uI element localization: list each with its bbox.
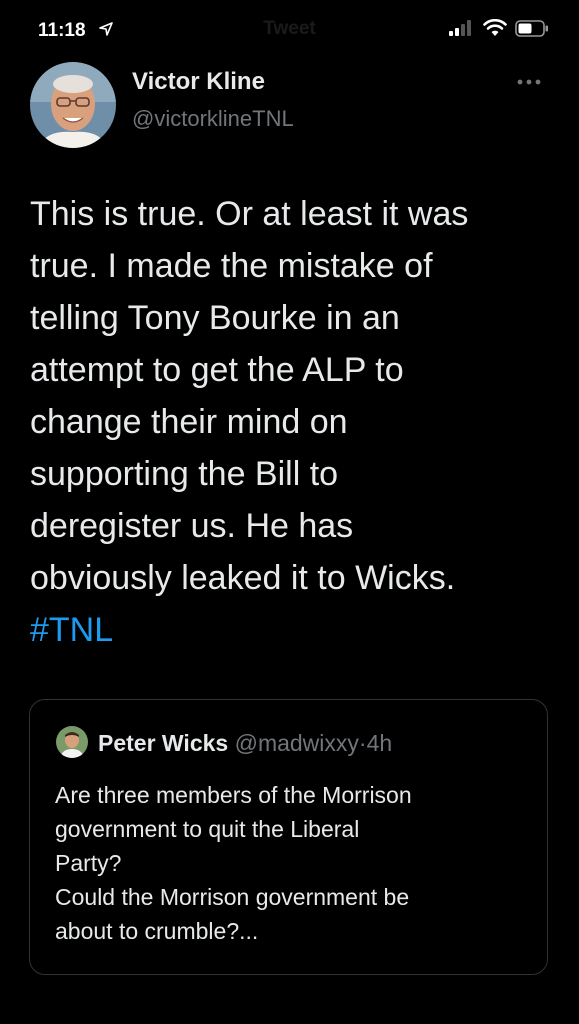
- battery-icon: [515, 20, 549, 42]
- tweet-text-line: telling Tony Bourke in an: [30, 299, 400, 337]
- author-name[interactable]: Victor Kline: [132, 68, 265, 96]
- cellular-signal-icon: [449, 20, 473, 41]
- author-handle[interactable]: @victorklineTNL: [132, 106, 294, 132]
- quoted-tweet-card[interactable]: Peter Wicks @madwixxy·4h Are three membe…: [29, 699, 548, 975]
- quoted-author-handle: @madwixxy: [234, 730, 359, 756]
- quoted-tweet-text: Are three members of the Morrison govern…: [55, 778, 535, 948]
- hashtag-link[interactable]: #TNL: [30, 604, 560, 656]
- quoted-tweet-header: Peter Wicks @madwixxy·4h: [98, 730, 392, 757]
- quoted-text-line: Party?: [55, 850, 122, 876]
- tweet-text-line: obviously leaked it to Wicks.: [30, 559, 456, 597]
- quoted-text-line: Are three members of the Morrison: [55, 782, 412, 808]
- quoted-separator: ·: [358, 730, 367, 756]
- tweet-text-line: deregister us. He has: [30, 507, 354, 545]
- tweet-text-line: This is true. Or at least it was: [30, 195, 469, 233]
- status-bar: 11:18 Tweet: [0, 0, 579, 60]
- author-avatar[interactable]: [30, 62, 116, 148]
- tweet-text-line: supporting the Bill to: [30, 455, 339, 493]
- quoted-text-line: about to crumble?...: [55, 918, 259, 944]
- quoted-text-line: Could the Morrison government be: [55, 884, 410, 910]
- quoted-author-name: Peter Wicks: [98, 730, 229, 756]
- wifi-icon: [483, 18, 507, 42]
- quoted-text-line: government to quit the Liberal: [55, 816, 360, 842]
- tweet-text: This is true. Or at least it was true. I…: [30, 188, 560, 656]
- tweet-text-line: attempt to get the ALP to: [30, 351, 404, 389]
- quoted-author-avatar: [56, 726, 88, 758]
- tweet-text-line: true. I made the mistake of: [30, 247, 433, 285]
- more-options-icon[interactable]: [514, 74, 544, 90]
- tweet-text-line: change their mind on: [30, 403, 348, 441]
- quoted-timestamp: 4h: [366, 730, 393, 756]
